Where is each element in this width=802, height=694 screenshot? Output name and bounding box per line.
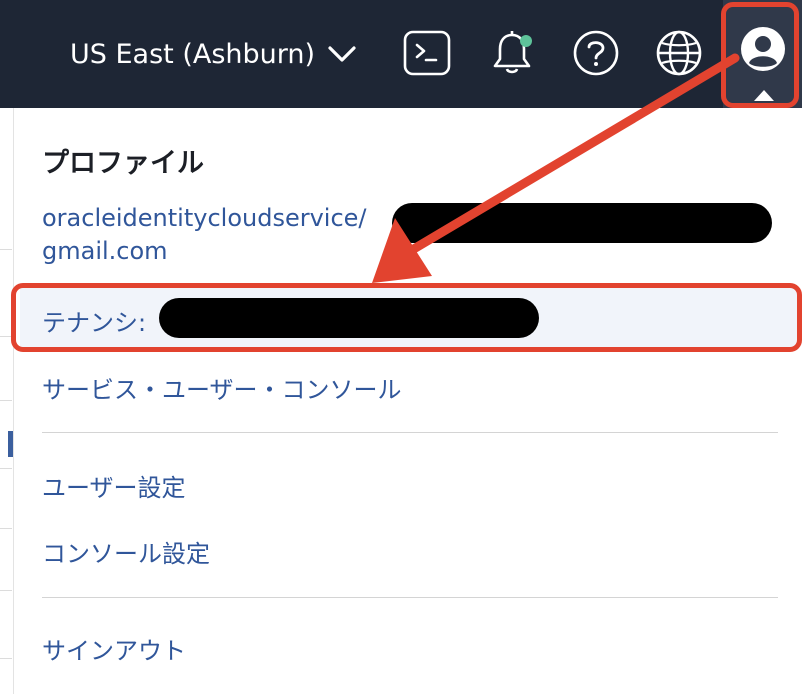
menu-title: プロファイル xyxy=(42,148,204,179)
region-selector[interactable]: US East (Ashburn) xyxy=(70,34,357,74)
divider xyxy=(42,432,778,433)
help-icon[interactable] xyxy=(572,29,620,77)
redacted-block xyxy=(159,298,539,338)
service-user-console-link[interactable]: サービス・ユーザー・コンソール xyxy=(42,370,402,405)
redacted-block xyxy=(392,203,772,243)
profile-menu: プロファイル oracleidentitycloudservice/ gmail… xyxy=(14,108,802,694)
profile-icon xyxy=(740,26,786,72)
account-prefix: oracleidentitycloudservice/ xyxy=(42,204,367,232)
top-navigation-bar: US East (Ashburn) xyxy=(0,0,802,108)
menu-pointer-caret xyxy=(754,90,774,101)
account-name[interactable]: oracleidentitycloudservice/ gmail.com xyxy=(42,202,382,268)
console-settings-link[interactable]: コンソール設定 xyxy=(42,534,210,569)
account-suffix: gmail.com xyxy=(42,237,168,265)
region-label: US East (Ashburn) xyxy=(70,38,316,70)
tenancy-item[interactable]: テナンシ: xyxy=(20,288,798,350)
tenancy-label: テナンシ: xyxy=(42,309,147,337)
divider xyxy=(42,597,778,598)
terminal-icon[interactable] xyxy=(403,29,451,77)
chevron-down-icon xyxy=(327,44,357,64)
globe-icon[interactable] xyxy=(655,29,703,77)
notification-dot xyxy=(520,35,532,47)
sign-out-link[interactable]: サインアウト xyxy=(42,631,186,666)
background-page-edge xyxy=(0,108,14,694)
bell-icon[interactable] xyxy=(488,29,536,77)
user-settings-link[interactable]: ユーザー設定 xyxy=(42,468,186,503)
